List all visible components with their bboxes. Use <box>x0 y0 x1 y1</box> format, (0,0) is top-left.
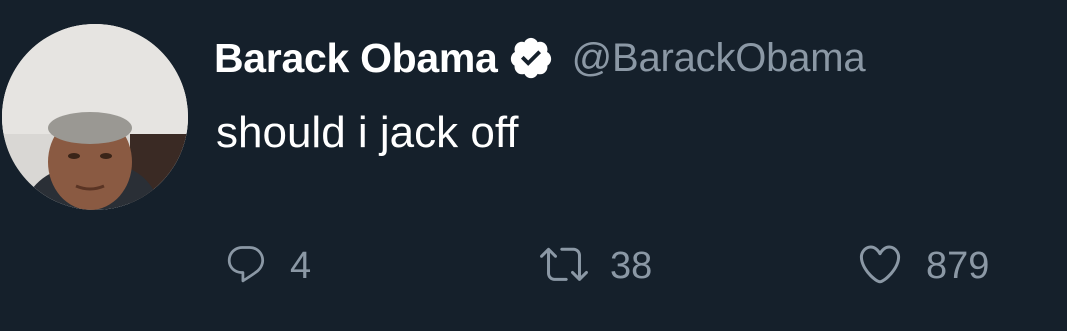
retweet-button[interactable]: 38 <box>540 226 652 306</box>
display-name[interactable]: Barack Obama <box>214 35 498 82</box>
retweet-arrows-icon <box>540 240 588 293</box>
tweet-text: should i jack off <box>216 108 519 157</box>
like-count: 879 <box>926 244 990 287</box>
tweet-actions: 4 38 879 <box>0 226 1067 306</box>
reply-button[interactable]: 4 <box>224 226 311 306</box>
like-button[interactable]: 879 <box>856 226 989 306</box>
user-handle[interactable]: @BarackObama <box>572 36 866 81</box>
avatar[interactable] <box>2 24 188 210</box>
speech-bubble-icon <box>224 242 268 291</box>
avatar-photo <box>2 24 188 210</box>
heart-icon <box>856 240 904 293</box>
tweet-header: Barack Obama @BarackObama <box>214 30 866 86</box>
verified-badge-icon <box>508 35 554 81</box>
retweet-count: 38 <box>610 244 653 287</box>
tweet-card: Barack Obama @BarackObama should i jack … <box>0 0 1067 331</box>
reply-count: 4 <box>290 244 312 287</box>
